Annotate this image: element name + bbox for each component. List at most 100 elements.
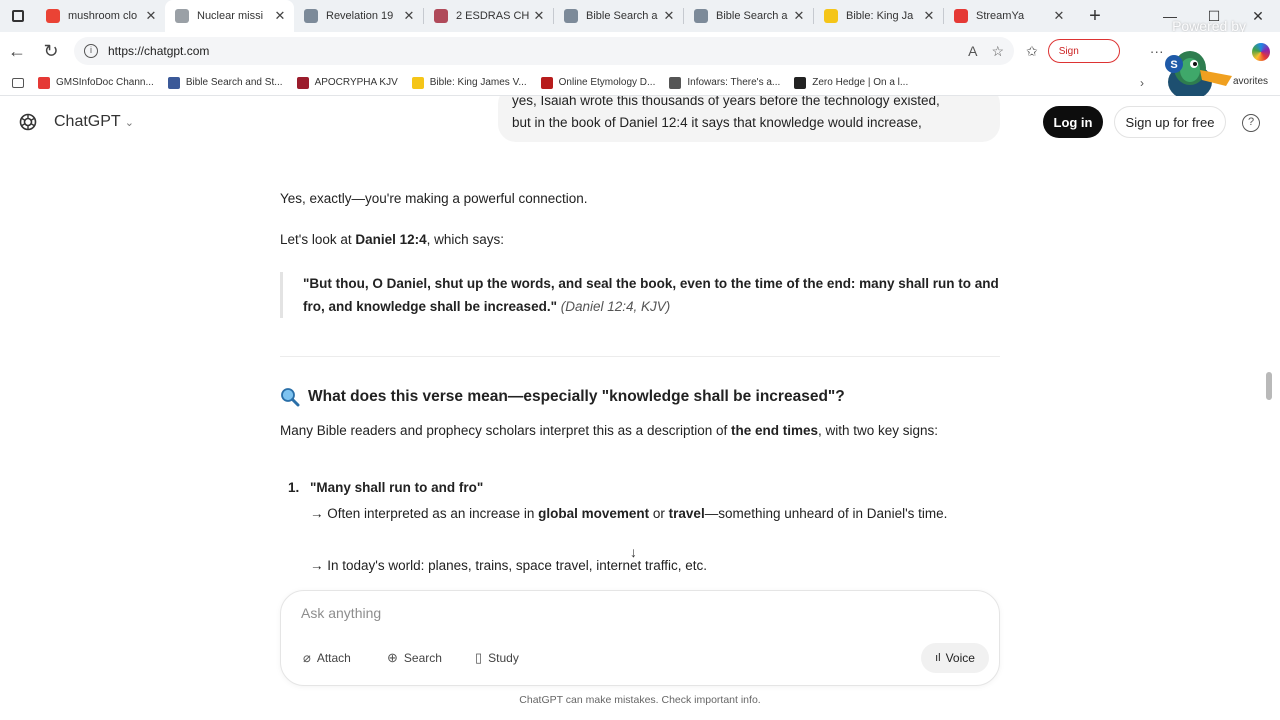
browser-tab[interactable]: mushroom clo ✕ — [36, 0, 165, 32]
favorite-star-icon[interactable]: ☆ — [991, 43, 1004, 60]
prompt-input-placeholder[interactable]: Ask anything — [301, 605, 381, 621]
answer-paragraph: Yes, exactly—you're making a powerful co… — [280, 191, 588, 206]
tab-title: Bible: King Ja — [846, 10, 914, 22]
tab-favicon-icon — [954, 9, 968, 23]
bookmark-label: APOCRYPHA KJV — [314, 77, 398, 88]
chatgpt-page: yes, Isaiah wrote this thousands of year… — [0, 96, 1280, 720]
tab-title: Revelation 19 — [326, 10, 394, 22]
answer-paragraph: Many Bible readers and prophecy scholars… — [280, 423, 939, 438]
tab-favicon-icon — [434, 9, 448, 23]
tab-close-icon[interactable]: ✕ — [1051, 8, 1067, 24]
globe-icon: ⊕ — [387, 650, 398, 665]
bookmark-item[interactable]: Bible: King James V... — [411, 76, 527, 89]
tab-favicon-icon — [824, 9, 838, 23]
disclaimer-text: ChatGPT can make mistakes. Check importa… — [519, 694, 761, 706]
bookmark-label: Bible Search and St... — [185, 77, 283, 88]
bookmark-label: Zero Hedge | On a l... — [812, 77, 909, 88]
list-item-detail: → In today's world: planes, trains, spac… — [310, 558, 708, 573]
new-tab-button[interactable]: + — [1081, 5, 1109, 28]
search-button[interactable]: ⊕ Search — [377, 643, 452, 673]
bookmark-label: Bible: King James V... — [429, 77, 527, 88]
tab-title: Bible Search a — [716, 10, 788, 22]
bookmark-label: Infowars: There's a... — [687, 77, 781, 88]
help-icon[interactable]: ? — [1242, 114, 1260, 132]
tab-close-icon[interactable]: ✕ — [143, 8, 159, 24]
bookmark-favicon-icon — [794, 76, 807, 89]
bookmark-label: GMSInfoDoc Chann... — [56, 77, 154, 88]
study-button[interactable]: ▯ Study — [465, 643, 529, 673]
quote-reference: (Daniel 12:4, KJV) — [560, 299, 671, 314]
attach-button[interactable]: ⌀ Attach — [293, 643, 361, 673]
list-item-detail: → Often interpreted as an increase in gl… — [310, 506, 948, 521]
answer-paragraph: Let's look at Daniel 12:4, which says: — [280, 232, 504, 247]
waveform-icon: ıl — [935, 652, 941, 664]
tab-close-icon[interactable]: ✕ — [401, 8, 417, 24]
tab-favicon-icon — [46, 9, 60, 23]
app-name: ChatGPT — [54, 113, 121, 130]
bookmark-item[interactable]: Online Etymology D... — [540, 76, 656, 89]
tab-favicon-icon — [304, 9, 318, 23]
magnifying-glass-icon — [281, 388, 300, 407]
tab-favicon-icon — [175, 9, 189, 23]
browser-tab[interactable]: 2 ESDRAS CH ✕ — [424, 0, 553, 32]
tab-title: mushroom clo — [68, 10, 138, 22]
bookmarks-bar: GMSInfoDoc Chann... Bible Search and St..… — [0, 70, 1280, 96]
tab-favicon-icon — [694, 9, 708, 23]
page-scrollbar[interactable] — [1266, 372, 1272, 400]
bookmarks-left-icon — [12, 77, 24, 88]
url-text: https://chatgpt.com — [108, 44, 210, 58]
signup-button[interactable]: Sign up for free — [1114, 106, 1226, 138]
message-composer[interactable]: Ask anything ⌀ Attach ⊕ Search ▯ Study ıl Vo… — [280, 590, 1000, 686]
bookmark-item[interactable]: APOCRYPHA KJV — [296, 76, 398, 89]
bookmark-favicon-icon — [540, 76, 553, 89]
bookmark-item[interactable]: Bible Search and St... — [167, 76, 283, 89]
browser-tab[interactable]: Bible: King Ja ✕ — [814, 0, 943, 32]
browser-tab[interactable]: Bible Search a ✕ — [684, 0, 813, 32]
bookmarks-overflow-chevron[interactable]: › — [1140, 76, 1144, 90]
tab-actions-button[interactable] — [0, 0, 36, 32]
tab-title: 2 ESDRAS CH — [456, 10, 530, 22]
browser-tab[interactable]: Nuclear missi ✕ — [165, 0, 294, 32]
tab-title: Bible Search a — [586, 10, 658, 22]
other-favorites[interactable]: avorites — [1233, 76, 1268, 87]
tab-close-icon[interactable]: ✕ — [921, 8, 937, 24]
scripture-blockquote: "But thou, O Daniel, shut up the words, … — [280, 272, 1000, 318]
tab-close-icon[interactable]: ✕ — [791, 8, 807, 24]
bookmark-favicon-icon — [38, 76, 50, 89]
browser-tab[interactable]: StreamYa ✕ — [944, 0, 1073, 32]
url-field[interactable]: i https://chatgpt.com A ☆ — [74, 37, 1014, 65]
book-icon: ▯ — [475, 650, 483, 665]
bookmark-favicon-icon — [411, 76, 424, 89]
tab-close-icon[interactable]: ✕ — [272, 8, 288, 24]
bookmark-label: Online Etymology D... — [558, 77, 656, 88]
section-heading: What does this verse mean—especially "kn… — [280, 384, 845, 410]
duck-avatar-icon: S — [1165, 51, 1232, 100]
voice-button[interactable]: ıl Voice — [921, 643, 989, 673]
tab-close-icon[interactable]: ✕ — [531, 8, 547, 24]
scroll-to-bottom-arrow-icon[interactable]: ↓ — [630, 544, 637, 560]
bookmark-item[interactable]: Infowars: There's a... — [669, 76, 781, 89]
browser-tab-strip: mushroom clo ✕ Nuclear missi ✕ Revelation 19… — [0, 0, 1280, 34]
login-button[interactable]: Log in — [1043, 106, 1103, 138]
profile-signin-button[interactable]: Sign — [1047, 39, 1120, 63]
list-item-title: "Many shall run to and fro" — [310, 480, 484, 495]
read-aloud-icon[interactable]: A — [968, 43, 977, 59]
list-number: 1. — [288, 480, 300, 495]
back-button[interactable]: ← — [0, 41, 34, 62]
address-bar-row: ← ↻ i https://chatgpt.com A ☆ ✩ Sign ··· — [0, 32, 1280, 70]
site-info-icon[interactable]: i — [84, 44, 98, 58]
copilot-icon[interactable] — [1252, 43, 1270, 61]
bookmark-favicon-icon — [296, 76, 309, 89]
tab-favicon-icon — [564, 9, 578, 23]
tab-title: Nuclear missi — [197, 10, 264, 22]
openai-logo-icon[interactable] — [18, 112, 38, 132]
tab-title: StreamYa — [976, 10, 1025, 22]
bookmark-item[interactable]: GMSInfoDoc Chann... — [38, 76, 154, 89]
model-selector[interactable]: ChatGPT ⌄ — [54, 113, 134, 131]
favorites-icon[interactable]: ✩ — [1026, 43, 1038, 60]
bookmark-item[interactable]: Zero Hedge | On a l... — [794, 76, 909, 89]
tab-close-icon[interactable]: ✕ — [661, 8, 677, 24]
refresh-button[interactable]: ↻ — [34, 41, 68, 62]
browser-tab[interactable]: Revelation 19 ✕ — [294, 0, 423, 32]
browser-tab[interactable]: Bible Search a ✕ — [554, 0, 683, 32]
